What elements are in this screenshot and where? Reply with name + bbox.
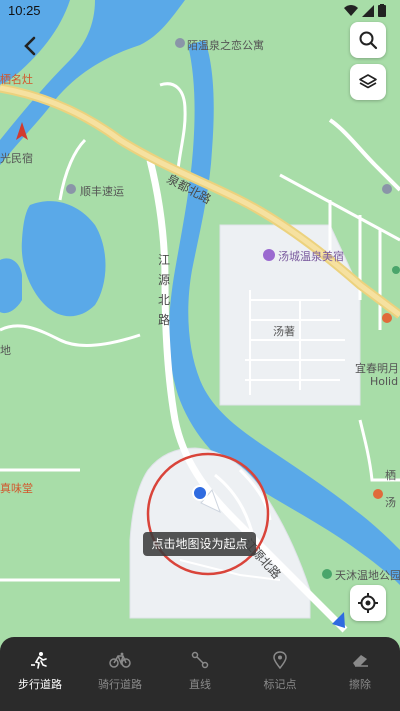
map-canvas[interactable]	[0, 0, 400, 711]
poi-label[interactable]: 汤城温泉美宿	[278, 248, 344, 264]
battery-icon	[378, 4, 386, 17]
map-screen: 陌温泉之恋公寓 栖名灶 光民宿 顺丰速运 汤城温泉美宿 汤著 宜春明月 Holi…	[0, 0, 400, 711]
bicycle-icon	[109, 650, 131, 670]
back-arrow-icon	[24, 36, 36, 56]
line-icon	[189, 650, 211, 670]
tool-line[interactable]: 直线	[165, 650, 235, 700]
layers-icon	[359, 74, 377, 89]
pin-icon	[269, 650, 291, 670]
poi-label[interactable]: 宜春明月	[355, 360, 399, 376]
tool-label: 直线	[189, 678, 211, 691]
layers-button[interactable]	[350, 64, 386, 100]
tool-label: 步行道路	[18, 678, 62, 691]
road-label-jiangyuan: 江源北路	[158, 253, 171, 327]
status-time: 10:25	[8, 3, 41, 18]
poi-label[interactable]: 栖	[385, 467, 396, 483]
hint-toast: 点击地图设为起点	[143, 532, 256, 556]
poi-label[interactable]: Holid	[370, 375, 398, 388]
locate-button[interactable]	[350, 585, 386, 621]
poi-label[interactable]: 真味堂	[0, 480, 33, 496]
walking-icon	[29, 650, 51, 670]
wifi-icon	[344, 4, 358, 16]
tool-eraser[interactable]: 擦除	[325, 650, 395, 700]
poi-label[interactable]: 栖名灶	[0, 71, 33, 87]
tool-walking[interactable]: 步行道路	[5, 650, 75, 700]
tool-pin[interactable]: 标记点	[245, 650, 315, 700]
search-button[interactable]	[350, 22, 386, 58]
signal-icon	[362, 4, 374, 17]
back-button[interactable]	[12, 28, 48, 64]
poi-label[interactable]: 顺丰速运	[80, 183, 124, 199]
tool-bicycle[interactable]: 骑行道路	[85, 650, 155, 700]
crosshair-icon	[358, 593, 378, 613]
status-icons	[344, 4, 386, 17]
tool-label: 骑行道路	[98, 678, 142, 691]
poi-label[interactable]: 地	[0, 342, 11, 358]
poi-label[interactable]: 光民宿	[0, 150, 33, 166]
status-bar: 10:25	[0, 0, 400, 24]
tool-label: 标记点	[263, 678, 297, 691]
poi-label[interactable]: 天沐温地公园	[335, 567, 400, 583]
poi-label[interactable]: 汤	[385, 494, 396, 510]
eraser-icon	[349, 650, 371, 670]
search-icon	[359, 31, 378, 50]
tool-label: 擦除	[349, 678, 371, 691]
poi-label[interactable]: 陌温泉之恋公寓	[187, 37, 264, 53]
poi-label: 汤著	[273, 325, 295, 338]
